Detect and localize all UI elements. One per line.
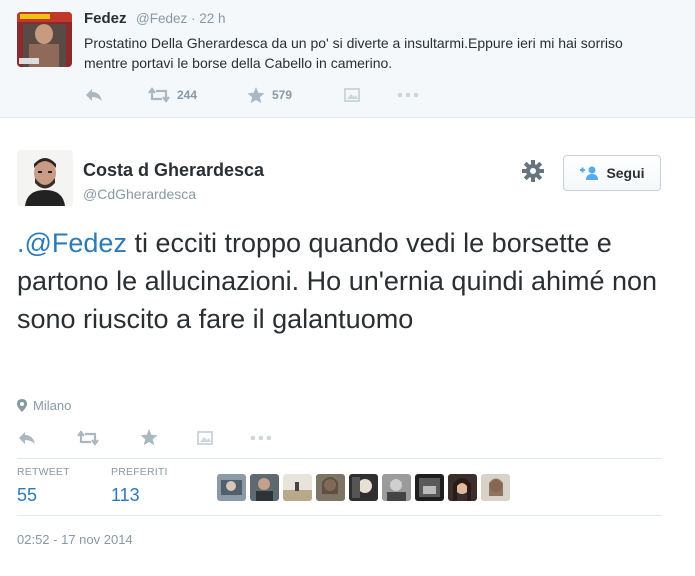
favorite-button[interactable] bbox=[140, 427, 158, 447]
tweet-actions bbox=[17, 426, 317, 448]
retweet-icon bbox=[148, 87, 170, 103]
reply-icon bbox=[86, 89, 102, 101]
star-icon bbox=[140, 428, 158, 445]
retweet-stat-label: RETWEET bbox=[17, 466, 70, 478]
avatar[interactable] bbox=[448, 474, 477, 501]
tweet-timestamp[interactable]: 02:52 - 17 nov 2014 bbox=[17, 532, 133, 547]
favoriters-avatars bbox=[217, 474, 510, 502]
author-name[interactable]: Costa d Gherardesca bbox=[83, 160, 264, 181]
retweet-button[interactable]: 244 bbox=[148, 85, 197, 105]
follow-label: Segui bbox=[606, 165, 645, 181]
retweet-stat-value: 55 bbox=[17, 485, 38, 505]
settings-button[interactable] bbox=[522, 160, 544, 182]
follow-button[interactable]: Segui bbox=[563, 155, 661, 191]
tweet-actions: 244 579 bbox=[84, 85, 444, 105]
reply-button[interactable] bbox=[84, 85, 104, 105]
author-handle-and-time[interactable]: @Fedez · 22 h bbox=[136, 11, 226, 26]
retweet-icon bbox=[77, 430, 99, 446]
media-button[interactable] bbox=[344, 85, 360, 105]
avatar[interactable] bbox=[382, 474, 411, 501]
image-icon bbox=[344, 88, 360, 102]
author-handle[interactable]: @CdGherardesca bbox=[83, 186, 196, 202]
favorites-stat-label: PREFERITI bbox=[111, 466, 168, 478]
reply-icon bbox=[19, 432, 35, 444]
location-pin-icon bbox=[17, 398, 27, 412]
media-button[interactable] bbox=[197, 428, 213, 448]
avatar[interactable] bbox=[250, 474, 279, 501]
mention-link[interactable]: .@Fedez bbox=[17, 228, 127, 258]
tweet-location[interactable]: Milano bbox=[17, 396, 71, 414]
avatar[interactable] bbox=[415, 474, 444, 501]
more-icon bbox=[397, 92, 419, 98]
avatar[interactable] bbox=[17, 12, 72, 67]
location-label: Milano bbox=[33, 397, 72, 413]
reply-button[interactable] bbox=[17, 428, 37, 448]
tweet-text: .@Fedez ti ecciti troppo quando vedi le … bbox=[17, 224, 682, 338]
favorite-count[interactable]: 579 bbox=[272, 88, 292, 102]
avatar[interactable] bbox=[17, 150, 73, 206]
favorite-button[interactable]: 579 bbox=[247, 85, 292, 105]
settings-gear-icon bbox=[522, 160, 544, 182]
avatar[interactable] bbox=[217, 474, 246, 501]
image-icon bbox=[197, 431, 213, 445]
more-button[interactable] bbox=[397, 85, 419, 105]
retweet-stat[interactable]: RETWEET 55 bbox=[17, 466, 70, 506]
favorites-stat-value: 113 bbox=[111, 485, 140, 505]
follow-person-icon bbox=[580, 166, 599, 180]
divider bbox=[17, 515, 662, 516]
avatar[interactable] bbox=[481, 474, 510, 501]
retweet-count[interactable]: 244 bbox=[177, 88, 197, 102]
avatar[interactable] bbox=[349, 474, 378, 501]
author-name[interactable]: Fedez bbox=[84, 10, 127, 27]
more-button[interactable] bbox=[250, 428, 272, 448]
more-icon bbox=[250, 435, 272, 441]
avatar[interactable] bbox=[283, 474, 312, 501]
parent-tweet[interactable]: Fedez @Fedez · 22 h Prostatino Della Ghe… bbox=[0, 0, 695, 118]
retweet-button[interactable] bbox=[77, 428, 99, 448]
divider bbox=[17, 458, 662, 459]
star-icon bbox=[247, 86, 265, 103]
tweet-text: Prostatino Della Gherardesca da un po' s… bbox=[84, 35, 623, 71]
favorites-stat[interactable]: PREFERITI 113 bbox=[111, 466, 168, 506]
avatar[interactable] bbox=[316, 474, 345, 501]
